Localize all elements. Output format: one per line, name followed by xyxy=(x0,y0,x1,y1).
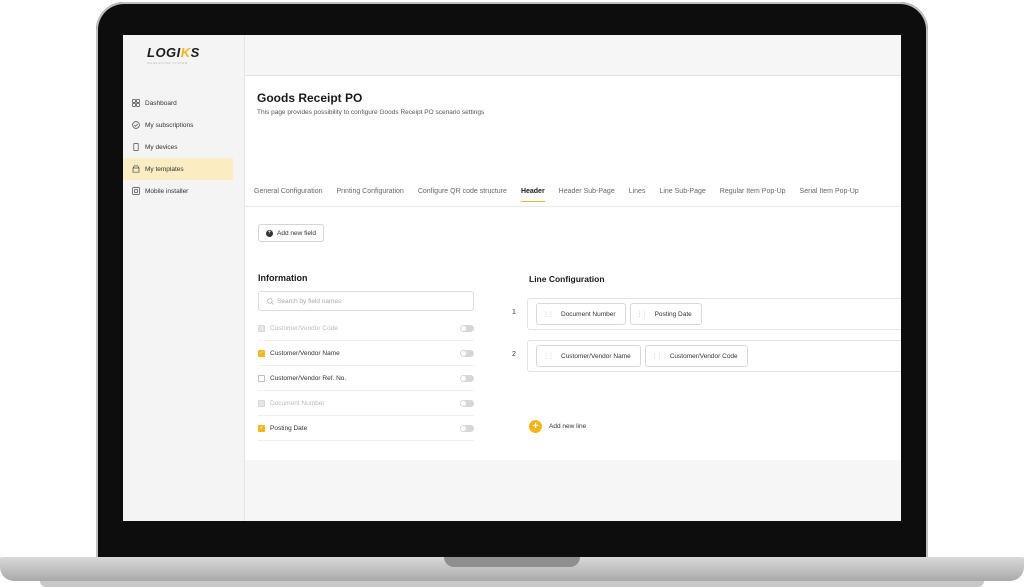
tab-header-sub-page[interactable]: Header Sub-Page xyxy=(559,188,615,202)
drag-handle-icon[interactable]: ⋮⋮ xyxy=(637,311,648,318)
line-configuration-title: Line Configuration xyxy=(529,274,605,284)
screen: LOGIKS WAREHOUSE SYSTEM Dashboard My sub… xyxy=(123,35,901,521)
field-toggle[interactable] xyxy=(460,424,474,432)
plus-circle-icon: + xyxy=(266,229,273,237)
page-background xyxy=(245,460,901,521)
laptop-notch xyxy=(444,557,580,567)
search-icon xyxy=(267,297,274,305)
line-field-chip[interactable]: ⋮⋮ Posting Date xyxy=(629,303,702,325)
line-field-chip[interactable]: ⋮⋮ Customer/Vendor Code xyxy=(644,345,748,367)
add-new-line-button[interactable]: + Add new line xyxy=(529,420,586,433)
field-label: Customer/Vendor Code xyxy=(270,324,338,332)
field-list: Customer/Vendor Code ✓ Customer/Vendor N… xyxy=(258,316,474,441)
field-checkbox[interactable] xyxy=(258,374,265,382)
chip-label: Document Number xyxy=(561,310,616,318)
tab-configure-qr-code[interactable]: Configure QR code structure xyxy=(418,188,507,202)
page-description: This page provides possibility to config… xyxy=(257,109,485,116)
drag-handle-icon[interactable]: ⋮⋮ xyxy=(543,311,554,318)
sidebar-item-label: My devices xyxy=(145,143,178,151)
plus-icon: + xyxy=(529,420,542,433)
field-row: ✓ Customer/Vendor Name xyxy=(258,341,474,366)
logo-k: K xyxy=(180,45,191,60)
field-row: ✓ Posting Date xyxy=(258,416,474,441)
line-field-chip[interactable]: ⋮⋮ Document Number xyxy=(536,303,626,325)
sidebar-item-label: My templates xyxy=(145,165,184,173)
field-toggle[interactable] xyxy=(460,399,474,407)
laptop-base-shadow xyxy=(40,581,984,587)
sidebar-item-label: Mobile installer xyxy=(145,187,189,195)
field-row: Document Number xyxy=(258,391,474,416)
check-circle-icon xyxy=(131,121,140,130)
sidebar-item-subscriptions[interactable]: My subscriptions xyxy=(123,114,233,136)
logo[interactable]: LOGIKS WAREHOUSE SYSTEM xyxy=(123,35,244,75)
field-toggle[interactable] xyxy=(460,374,474,382)
field-search-input[interactable]: Search by field names xyxy=(258,291,474,311)
tab-header[interactable]: Header xyxy=(520,188,545,202)
field-checkbox[interactable]: ✓ xyxy=(258,424,265,432)
sidebar-item-dashboard[interactable]: Dashboard xyxy=(123,92,233,114)
sidebar-item-label: My subscriptions xyxy=(145,121,194,129)
drag-handle-icon[interactable]: ⋮⋮ xyxy=(543,353,554,360)
line-row: ⋮⋮ Document Number ⋮⋮ Posting Date xyxy=(527,298,901,330)
sidebar-nav: Dashboard My subscriptions My devices My… xyxy=(123,92,244,202)
sidebar: LOGIKS WAREHOUSE SYSTEM Dashboard My sub… xyxy=(123,35,245,521)
main-panel: Goods Receipt PO This page provides poss… xyxy=(245,76,901,460)
chip-label: Customer/Vendor Name xyxy=(561,352,631,360)
field-checkbox xyxy=(258,399,265,407)
logo-tagline: WAREHOUSE SYSTEM xyxy=(147,61,188,65)
top-bar xyxy=(245,35,901,76)
chip-label: Posting Date xyxy=(654,310,692,318)
installer-icon xyxy=(131,187,140,196)
tab-bar: General Configuration Printing Configura… xyxy=(254,188,873,202)
field-checkbox[interactable]: ✓ xyxy=(258,349,265,357)
line-row: ⋮⋮ Customer/Vendor Name ⋮⋮ Customer/Vend… xyxy=(527,340,901,372)
logo-text: LOGIKS xyxy=(147,45,200,60)
tab-general-configuration[interactable]: General Configuration xyxy=(254,188,323,202)
line-number: 2 xyxy=(512,351,516,358)
field-label: Customer/Vendor Name xyxy=(270,349,340,357)
tab-divider xyxy=(245,206,901,207)
add-new-line-label: Add new line xyxy=(549,423,587,430)
add-new-field-label: Add new field xyxy=(277,229,317,237)
sidebar-item-installer[interactable]: Mobile installer xyxy=(123,180,233,202)
tab-lines[interactable]: Lines xyxy=(629,188,646,202)
information-title: Information xyxy=(258,273,308,283)
drag-handle-icon[interactable]: ⋮⋮ xyxy=(652,353,663,360)
grid-icon xyxy=(131,99,140,108)
template-icon xyxy=(131,165,140,174)
field-label: Posting Date xyxy=(270,424,308,432)
field-label: Customer/Vendor Ref. No. xyxy=(270,374,347,382)
search-placeholder: Search by field names xyxy=(277,297,342,305)
tab-printing-configuration[interactable]: Printing Configuration xyxy=(337,188,404,202)
add-new-field-button[interactable]: + Add new field xyxy=(258,224,325,242)
chip-label: Customer/Vendor Code xyxy=(669,352,738,360)
field-row: Customer/Vendor Ref. No. xyxy=(258,366,474,391)
tab-line-sub-page[interactable]: Line Sub-Page xyxy=(659,188,705,202)
field-toggle[interactable] xyxy=(460,349,474,357)
tab-serial-item-popup[interactable]: Serial Item Pop-Up xyxy=(800,188,859,202)
field-toggle[interactable] xyxy=(460,324,474,332)
field-label: Document Number xyxy=(270,399,325,407)
tab-regular-item-popup[interactable]: Regular Item Pop-Up xyxy=(720,188,786,202)
line-field-chip[interactable]: ⋮⋮ Customer/Vendor Name xyxy=(536,345,641,367)
field-row: Customer/Vendor Code xyxy=(258,316,474,341)
sidebar-item-devices[interactable]: My devices xyxy=(123,136,233,158)
page-title: Goods Receipt PO xyxy=(257,91,363,105)
field-checkbox xyxy=(258,324,265,332)
sidebar-item-templates[interactable]: My templates xyxy=(123,158,233,180)
line-number: 1 xyxy=(512,309,516,316)
sidebar-item-label: Dashboard xyxy=(145,99,177,107)
phone-icon xyxy=(131,143,140,152)
